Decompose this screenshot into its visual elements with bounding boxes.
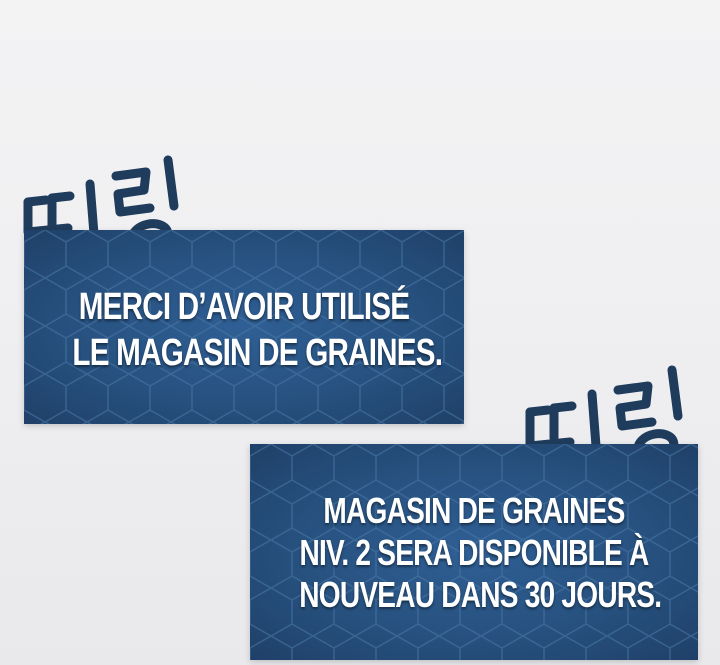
message-line: NIV. 2 SERA DISPONIBLE À <box>299 532 649 573</box>
message-panel-2: MAGASIN DE GRAINES NIV. 2 SERA DISPONIBL… <box>250 444 698 660</box>
message-panel-1: MERCI D’AVOIR UTILISÉ LE MAGASIN DE GRAI… <box>24 230 464 424</box>
message-text-1: MERCI D’AVOIR UTILISÉ LE MAGASIN DE GRAI… <box>72 284 443 376</box>
message-text-2: MAGASIN DE GRAINES NIV. 2 SERA DISPONIBL… <box>299 490 662 616</box>
message-line: NOUVEAU DANS 30 JOURS. <box>299 574 662 615</box>
message-line: MERCI D’AVOIR UTILISÉ <box>78 286 410 328</box>
message-line: MAGASIN DE GRAINES <box>323 490 625 531</box>
message-line: LE MAGASIN DE GRAINES. <box>72 332 443 374</box>
